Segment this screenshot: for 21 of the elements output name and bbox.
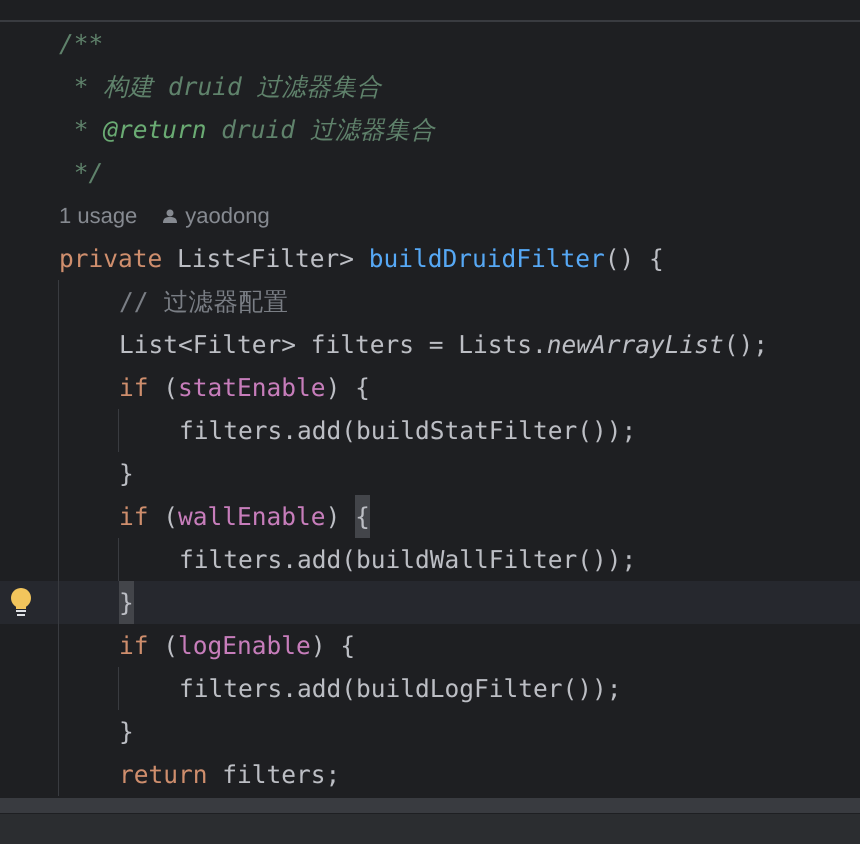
author-hint[interactable]: yaodong <box>185 202 270 228</box>
code-line: // 过滤器配置 <box>59 280 288 323</box>
code-line: * @return druid 过滤器集合 <box>72 114 435 146</box>
code-line: List<Filter> filters = Lists.newArrayList(); <box>59 323 768 366</box>
code-line: filters.add(buildLogFilter()); <box>59 667 622 710</box>
code-line: } <box>59 452 134 495</box>
person-icon <box>163 208 178 222</box>
code-line: } <box>59 710 134 753</box>
code-line: if (logEnable) { <box>59 624 356 667</box>
code-line: private List<Filter> buildDruidFilter() { <box>59 243 664 275</box>
usage-hint[interactable]: 1 usage <box>59 202 138 228</box>
code-line: if (wallEnable) { <box>59 495 370 538</box>
horizontal-scrollbar[interactable] <box>0 798 860 813</box>
code-line: * 构建 druid 过滤器集合 <box>72 71 382 103</box>
lightbulb-icon[interactable] <box>9 588 33 618</box>
code-line: filters.add(buildStatFilter()); <box>59 409 636 452</box>
code-line: if (statEnable) { <box>59 366 370 409</box>
code-line: } <box>59 581 134 624</box>
code-line: /** <box>59 28 104 60</box>
code-line: */ <box>72 157 104 189</box>
code-line: return filters; <box>59 753 340 796</box>
